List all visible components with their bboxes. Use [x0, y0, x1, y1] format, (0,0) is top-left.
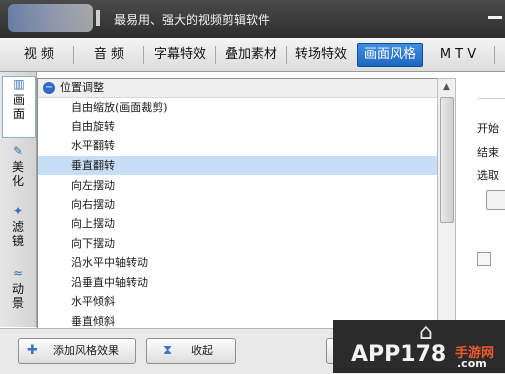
side-tab-label: 美化	[11, 160, 24, 188]
side-tab-picture[interactable]: ▥ 画面	[2, 76, 36, 138]
list-item-label: 向上摆动	[71, 217, 115, 230]
settings-label: 开始	[477, 122, 499, 135]
settings-checkbox[interactable]	[477, 252, 491, 266]
watermark-main: APP178	[351, 342, 447, 367]
button-label: 收起	[191, 344, 213, 357]
list-item-label: 自由缩放(画面裁剪)	[71, 101, 168, 114]
list-item-label: 向右摆动	[71, 198, 115, 211]
magic-wand-plus-icon: ✚	[27, 343, 38, 358]
collapse-minus-icon[interactable]: −	[43, 82, 55, 94]
tab-divider	[143, 46, 144, 64]
list-item-label: 向左摆动	[71, 179, 115, 192]
scroll-up-arrow-icon[interactable]: ▲	[438, 79, 455, 95]
button-label: 添加风格效果	[53, 344, 119, 357]
collapse-button[interactable]: ⧗ 收起	[146, 338, 236, 364]
group-label: 位置调整	[60, 81, 104, 94]
app-logo	[8, 4, 93, 32]
list-item[interactable]: 水平倾斜	[38, 292, 437, 311]
tab-divider	[73, 46, 74, 64]
side-tab-beautify[interactable]: ✎ 美化	[3, 144, 33, 196]
wave-icon: ≈	[12, 266, 24, 280]
list-item[interactable]: 向上摆动	[38, 214, 437, 233]
group-header[interactable]: − 位置调整	[38, 79, 437, 98]
list-item[interactable]: 水平翻转	[38, 136, 437, 155]
list-item-label: 向下摆动	[71, 237, 115, 250]
tab-mtv[interactable]: M T V	[429, 44, 487, 66]
side-tab-bar: ▥ 画面 ✎ 美化 ✦ 滤镜 ≈ 动景	[0, 72, 37, 327]
tab-transition-effects[interactable]: 转场特效	[289, 44, 353, 66]
side-tab-label: 动景	[11, 282, 24, 310]
list-item-label: 垂直翻转	[71, 159, 115, 172]
watermark: ⌂ APP178 手游网 .com	[333, 320, 505, 373]
list-item[interactable]: 自由旋转	[38, 117, 437, 136]
settings-button[interactable]	[486, 190, 505, 210]
title-bar: 最易用、强大的视频剪辑软件	[0, 0, 505, 38]
side-tab-label: 滤镜	[11, 220, 24, 248]
list-item[interactable]: 沿水平中轴转动	[38, 253, 437, 272]
list-item-selected[interactable]: 垂直翻转	[38, 156, 437, 175]
scroll-thumb[interactable]	[440, 97, 454, 223]
side-tab-label: 画面	[12, 93, 25, 121]
tab-divider	[215, 46, 216, 64]
hourglass-icon: ⧗	[163, 343, 173, 358]
list-item[interactable]: 沿垂直中轴转动	[38, 273, 437, 292]
list-item-label: 自由旋转	[71, 120, 115, 133]
list-item[interactable]: 向下摆动	[38, 234, 437, 253]
minimize-button[interactable]	[488, 16, 502, 19]
tab-overlay-material[interactable]: 叠加素材	[219, 44, 283, 66]
window-title: 最易用、强大的视频剪辑软件	[114, 13, 271, 27]
list-scrollbar[interactable]: ▲	[437, 78, 456, 329]
settings-label: 结束	[477, 146, 499, 159]
tab-divider	[286, 46, 287, 64]
list-item[interactable]: 自由缩放(画面裁剪)	[38, 98, 437, 117]
sparkle-wand-icon: ✦	[12, 204, 24, 218]
list-item[interactable]: 向左摆动	[38, 176, 437, 195]
magic-wand-icon: ✎	[12, 144, 24, 158]
list-item-label: 沿水平中轴转动	[71, 256, 148, 269]
tab-picture-style[interactable]: 画面风格	[357, 43, 423, 67]
effect-settings-panel: 开始 结束 选取	[458, 78, 505, 328]
list-item-label: 沿垂直中轴转动	[71, 276, 148, 289]
tab-audio[interactable]: 音 频	[80, 44, 138, 66]
panel-icon: ▥	[13, 77, 25, 91]
side-tab-filter[interactable]: ✦ 滤镜	[3, 204, 33, 256]
side-tab-motion-scene[interactable]: ≈ 动景	[3, 266, 33, 322]
list-item-label: 水平倾斜	[71, 295, 115, 308]
tab-subtitle-effects[interactable]: 字幕特效	[148, 44, 212, 66]
list-item-label: 垂直倾斜	[71, 315, 115, 328]
list-item-label: 水平翻转	[71, 139, 115, 152]
list-item[interactable]: 向右摆动	[38, 195, 437, 214]
main-tab-bar: 视 频 音 频 字幕特效 叠加素材 转场特效 画面风格 M T V	[0, 38, 505, 72]
add-style-effect-button[interactable]: ✚ 添加风格效果	[18, 338, 136, 364]
settings-label: 选取	[477, 169, 499, 182]
watermark-domain: .com	[457, 357, 487, 370]
title-separator	[96, 10, 100, 26]
panel-divider	[478, 98, 505, 99]
effect-list: − 位置调整 自由缩放(画面裁剪) 自由旋转 水平翻转 垂直翻转 向左摆动 向右…	[37, 78, 438, 329]
tab-video[interactable]: 视 频	[10, 44, 68, 66]
tab-divider	[494, 46, 495, 64]
